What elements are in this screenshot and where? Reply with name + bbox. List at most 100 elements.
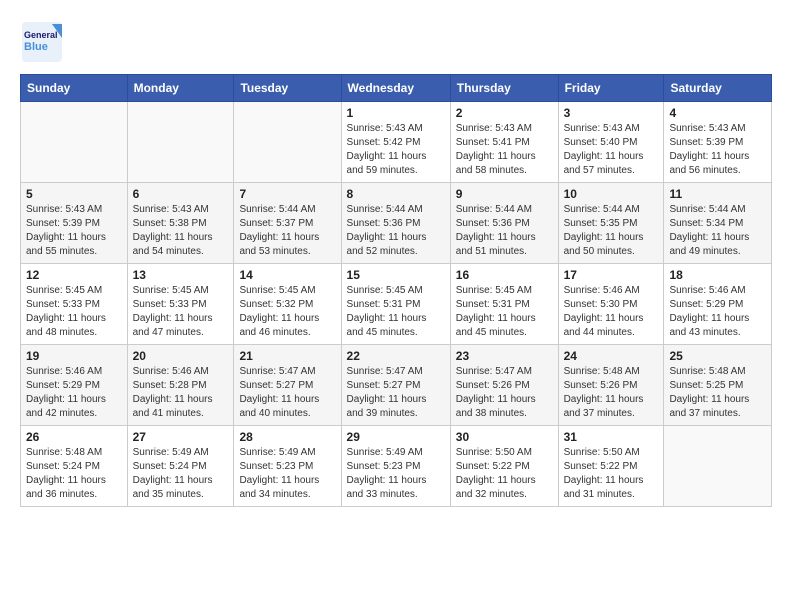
- day-number: 23: [456, 349, 553, 363]
- week-row-2: 5 Sunrise: 5:43 AM Sunset: 5:39 PM Daylig…: [21, 183, 772, 264]
- calendar-cell: 30 Sunrise: 5:50 AM Sunset: 5:22 PM Dayli…: [450, 426, 558, 507]
- day-number: 29: [347, 430, 445, 444]
- calendar-cell: 16 Sunrise: 5:45 AM Sunset: 5:31 PM Dayli…: [450, 264, 558, 345]
- day-info: Sunrise: 5:43 AM Sunset: 5:39 PM Dayligh…: [26, 203, 122, 259]
- week-row-3: 12 Sunrise: 5:45 AM Sunset: 5:33 PM Dayli…: [21, 264, 772, 345]
- week-row-1: 1 Sunrise: 5:43 AM Sunset: 5:42 PM Daylig…: [21, 102, 772, 183]
- calendar-cell: 20 Sunrise: 5:46 AM Sunset: 5:28 PM Dayli…: [127, 345, 234, 426]
- day-number: 25: [669, 349, 766, 363]
- calendar-cell: [664, 426, 772, 507]
- header: General Blue: [20, 16, 772, 64]
- calendar-cell: 18 Sunrise: 5:46 AM Sunset: 5:29 PM Dayli…: [664, 264, 772, 345]
- calendar-cell: 23 Sunrise: 5:47 AM Sunset: 5:26 PM Dayli…: [450, 345, 558, 426]
- day-info: Sunrise: 5:49 AM Sunset: 5:23 PM Dayligh…: [347, 446, 445, 502]
- svg-text:Blue: Blue: [24, 41, 48, 53]
- day-info: Sunrise: 5:47 AM Sunset: 5:27 PM Dayligh…: [347, 365, 445, 421]
- day-number: 11: [669, 187, 766, 201]
- svg-text:General: General: [24, 30, 58, 40]
- calendar-cell: 15 Sunrise: 5:45 AM Sunset: 5:31 PM Dayli…: [341, 264, 450, 345]
- header-thursday: Thursday: [450, 75, 558, 102]
- day-info: Sunrise: 5:46 AM Sunset: 5:28 PM Dayligh…: [133, 365, 229, 421]
- calendar-cell: 1 Sunrise: 5:43 AM Sunset: 5:42 PM Daylig…: [341, 102, 450, 183]
- day-number: 5: [26, 187, 122, 201]
- day-number: 7: [239, 187, 335, 201]
- header-wednesday: Wednesday: [341, 75, 450, 102]
- day-number: 19: [26, 349, 122, 363]
- day-info: Sunrise: 5:50 AM Sunset: 5:22 PM Dayligh…: [564, 446, 659, 502]
- header-row: SundayMondayTuesdayWednesdayThursdayFrid…: [21, 75, 772, 102]
- calendar-cell: 29 Sunrise: 5:49 AM Sunset: 5:23 PM Dayli…: [341, 426, 450, 507]
- header-sunday: Sunday: [21, 75, 128, 102]
- day-info: Sunrise: 5:44 AM Sunset: 5:37 PM Dayligh…: [239, 203, 335, 259]
- day-number: 8: [347, 187, 445, 201]
- day-info: Sunrise: 5:43 AM Sunset: 5:41 PM Dayligh…: [456, 122, 553, 178]
- day-number: 12: [26, 268, 122, 282]
- calendar-cell: 8 Sunrise: 5:44 AM Sunset: 5:36 PM Daylig…: [341, 183, 450, 264]
- day-number: 30: [456, 430, 553, 444]
- week-row-5: 26Sunrise: 5:48 AM Sunset: 5:24 PM Dayli…: [21, 426, 772, 507]
- calendar-cell: 13 Sunrise: 5:45 AM Sunset: 5:33 PM Dayli…: [127, 264, 234, 345]
- day-number: 22: [347, 349, 445, 363]
- calendar-cell: 14Sunrise: 5:45 AM Sunset: 5:32 PM Dayli…: [234, 264, 341, 345]
- day-info: Sunrise: 5:44 AM Sunset: 5:35 PM Dayligh…: [564, 203, 659, 259]
- calendar-cell: 31 Sunrise: 5:50 AM Sunset: 5:22 PM Dayli…: [558, 426, 664, 507]
- day-info: Sunrise: 5:48 AM Sunset: 5:24 PM Dayligh…: [26, 446, 122, 502]
- day-number: 1: [347, 106, 445, 120]
- day-info: Sunrise: 5:46 AM Sunset: 5:29 PM Dayligh…: [669, 284, 766, 340]
- day-number: 16: [456, 268, 553, 282]
- day-number: 28: [239, 430, 335, 444]
- logo-svg: General Blue: [20, 20, 64, 64]
- calendar-cell: 2 Sunrise: 5:43 AM Sunset: 5:41 PM Daylig…: [450, 102, 558, 183]
- calendar-cell: 7 Sunrise: 5:44 AM Sunset: 5:37 PM Daylig…: [234, 183, 341, 264]
- calendar-cell: 22 Sunrise: 5:47 AM Sunset: 5:27 PM Dayli…: [341, 345, 450, 426]
- header-friday: Friday: [558, 75, 664, 102]
- day-number: 6: [133, 187, 229, 201]
- day-number: 9: [456, 187, 553, 201]
- day-info: Sunrise: 5:45 AM Sunset: 5:33 PM Dayligh…: [26, 284, 122, 340]
- logo: General Blue: [20, 20, 64, 64]
- day-info: Sunrise: 5:45 AM Sunset: 5:33 PM Dayligh…: [133, 284, 229, 340]
- day-number: 10: [564, 187, 659, 201]
- day-info: Sunrise: 5:47 AM Sunset: 5:26 PM Dayligh…: [456, 365, 553, 421]
- day-number: 15: [347, 268, 445, 282]
- calendar-cell: 25 Sunrise: 5:48 AM Sunset: 5:25 PM Dayli…: [664, 345, 772, 426]
- day-info: Sunrise: 5:50 AM Sunset: 5:22 PM Dayligh…: [456, 446, 553, 502]
- calendar-cell: 3Sunrise: 5:43 AM Sunset: 5:40 PM Daylig…: [558, 102, 664, 183]
- calendar-cell: 4Sunrise: 5:43 AM Sunset: 5:39 PM Daylig…: [664, 102, 772, 183]
- day-info: Sunrise: 5:48 AM Sunset: 5:25 PM Dayligh…: [669, 365, 766, 421]
- calendar-cell: [21, 102, 128, 183]
- calendar-cell: 28 Sunrise: 5:49 AM Sunset: 5:23 PM Dayli…: [234, 426, 341, 507]
- day-info: Sunrise: 5:44 AM Sunset: 5:36 PM Dayligh…: [347, 203, 445, 259]
- day-info: Sunrise: 5:49 AM Sunset: 5:24 PM Dayligh…: [133, 446, 229, 502]
- calendar-cell: [127, 102, 234, 183]
- day-info: Sunrise: 5:43 AM Sunset: 5:42 PM Dayligh…: [347, 122, 445, 178]
- day-number: 14: [239, 268, 335, 282]
- calendar-cell: 11Sunrise: 5:44 AM Sunset: 5:34 PM Dayli…: [664, 183, 772, 264]
- calendar-table: SundayMondayTuesdayWednesdayThursdayFrid…: [20, 74, 772, 507]
- day-number: 2: [456, 106, 553, 120]
- day-number: 4: [669, 106, 766, 120]
- day-info: Sunrise: 5:44 AM Sunset: 5:36 PM Dayligh…: [456, 203, 553, 259]
- day-info: Sunrise: 5:43 AM Sunset: 5:40 PM Dayligh…: [564, 122, 659, 178]
- day-info: Sunrise: 5:47 AM Sunset: 5:27 PM Dayligh…: [239, 365, 335, 421]
- calendar-cell: 9 Sunrise: 5:44 AM Sunset: 5:36 PM Daylig…: [450, 183, 558, 264]
- day-info: Sunrise: 5:45 AM Sunset: 5:31 PM Dayligh…: [347, 284, 445, 340]
- calendar-cell: 26Sunrise: 5:48 AM Sunset: 5:24 PM Dayli…: [21, 426, 128, 507]
- day-number: 18: [669, 268, 766, 282]
- day-info: Sunrise: 5:46 AM Sunset: 5:29 PM Dayligh…: [26, 365, 122, 421]
- day-number: 21: [239, 349, 335, 363]
- day-info: Sunrise: 5:43 AM Sunset: 5:38 PM Dayligh…: [133, 203, 229, 259]
- day-info: Sunrise: 5:45 AM Sunset: 5:31 PM Dayligh…: [456, 284, 553, 340]
- day-info: Sunrise: 5:48 AM Sunset: 5:26 PM Dayligh…: [564, 365, 659, 421]
- calendar-cell: 21 Sunrise: 5:47 AM Sunset: 5:27 PM Dayli…: [234, 345, 341, 426]
- header-monday: Monday: [127, 75, 234, 102]
- header-saturday: Saturday: [664, 75, 772, 102]
- day-number: 20: [133, 349, 229, 363]
- calendar-cell: 5 Sunrise: 5:43 AM Sunset: 5:39 PM Daylig…: [21, 183, 128, 264]
- day-number: 13: [133, 268, 229, 282]
- calendar-cell: 6 Sunrise: 5:43 AM Sunset: 5:38 PM Daylig…: [127, 183, 234, 264]
- calendar-cell: [234, 102, 341, 183]
- day-number: 31: [564, 430, 659, 444]
- day-info: Sunrise: 5:49 AM Sunset: 5:23 PM Dayligh…: [239, 446, 335, 502]
- day-number: 27: [133, 430, 229, 444]
